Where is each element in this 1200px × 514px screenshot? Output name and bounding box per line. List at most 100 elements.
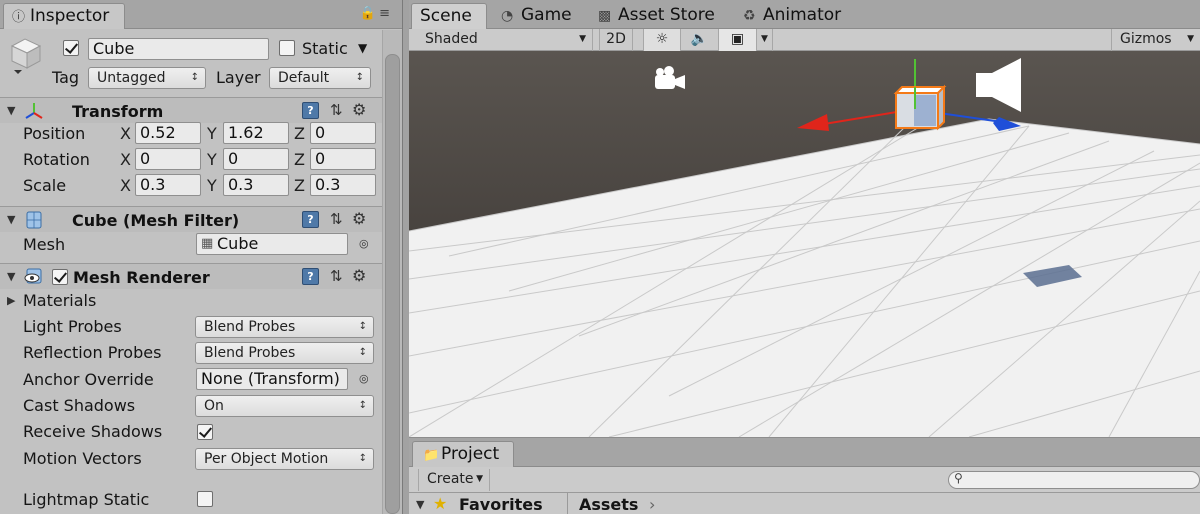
gear-icon[interactable]: ⚙: [352, 266, 366, 285]
scale-y-field[interactable]: 0.3: [223, 174, 289, 196]
dropdown-arrow-icon: ▼: [579, 34, 586, 44]
project-search-input[interactable]: ⚲: [948, 471, 1200, 489]
create-dropdown[interactable]: Create ▼: [418, 469, 490, 491]
rotation-y-field[interactable]: 0: [223, 148, 289, 170]
materials-label[interactable]: Materials: [23, 291, 96, 311]
tab-scene[interactable]: Scene: [411, 3, 487, 29]
mode-2d-button[interactable]: 2D: [599, 29, 633, 51]
object-picker-icon[interactable]: ◎: [359, 237, 369, 250]
gear-icon[interactable]: ⚙: [352, 209, 366, 228]
rotation-z-field[interactable]: 0: [310, 148, 376, 170]
project-divider: [567, 493, 568, 514]
position-x-axis: X: [120, 124, 131, 143]
transform-header[interactable]: ▼ Transform ? ⇅ ⚙: [0, 97, 382, 123]
audio-toggle[interactable]: 🔈: [681, 29, 719, 51]
info-icon: ⓘ: [12, 10, 26, 25]
foldout-expanded-icon[interactable]: ▼: [7, 213, 15, 226]
cast-shadows-label: Cast Shadows: [23, 396, 136, 415]
effects-dropdown[interactable]: ▼: [757, 29, 773, 51]
tab-menu-icon[interactable]: ≡: [379, 6, 393, 21]
tab-asset-store[interactable]: ▩ Asset Store: [598, 3, 715, 29]
gear-icon[interactable]: ⚙: [352, 100, 366, 119]
receive-shadows-label: Receive Shadows: [23, 422, 163, 441]
draw-mode-dropdown[interactable]: Shaded ▼: [409, 29, 593, 51]
foldout-collapsed-icon[interactable]: ▶: [7, 294, 15, 307]
dropdown-arrow-icon: ▼: [476, 474, 483, 484]
preset-sliders-icon[interactable]: ⇅: [330, 101, 343, 119]
foldout-expanded-icon[interactable]: ▼: [7, 270, 15, 283]
mesh-filter-title: Cube (Mesh Filter): [72, 211, 240, 230]
foldout-expanded-icon[interactable]: ▼: [7, 104, 15, 117]
tab-game[interactable]: ◔ Game: [501, 3, 572, 29]
mesh-renderer-title: Mesh Renderer: [73, 268, 210, 287]
favorites-label[interactable]: Favorites: [459, 495, 543, 514]
active-toggle[interactable]: [63, 40, 79, 56]
inspector-tabbar: ⓘ Inspector 🔒≡: [0, 0, 402, 29]
project-panel: 📁 Project Create ▼ ⚲ ▼ ★ Favorites Assets…: [409, 437, 1200, 514]
lock-icon[interactable]: 🔒: [360, 6, 379, 21]
reflection-probes-dropdown[interactable]: Blend Probes ↕: [195, 342, 374, 364]
scene-toolbar: Shaded ▼ 2D ☼ 🔈 ▣ ▼ Gizmos ▼: [409, 29, 1200, 51]
star-icon: ★: [433, 494, 448, 513]
tab-project[interactable]: 📁 Project: [412, 441, 514, 467]
mesh-renderer-enabled-checkbox[interactable]: [52, 269, 68, 285]
help-book-icon[interactable]: ?: [302, 102, 319, 119]
help-book-icon[interactable]: ?: [302, 211, 319, 228]
folder-icon: 📁: [423, 448, 440, 463]
tab-inspector[interactable]: ⓘ Inspector: [3, 3, 125, 29]
anchor-override-field[interactable]: None (Transform): [196, 368, 348, 390]
assets-breadcrumb[interactable]: Assets: [579, 495, 638, 514]
position-z-field[interactable]: 0: [310, 122, 376, 144]
gameobject-cube-icon[interactable]: [8, 36, 46, 76]
game-pacman-icon: ◔: [501, 8, 514, 24]
updown-arrow-icon: ↕: [358, 321, 367, 332]
position-z-axis: Z: [294, 124, 305, 143]
scene-viewport[interactable]: [409, 51, 1200, 437]
static-checkbox[interactable]: [279, 40, 295, 56]
scale-x-axis: X: [120, 176, 131, 195]
lighting-toggle[interactable]: ☼: [643, 29, 681, 51]
preset-sliders-icon[interactable]: ⇅: [330, 210, 343, 228]
updown-arrow-icon: ↕: [190, 72, 199, 83]
static-label: Static: [302, 39, 348, 58]
scale-z-field[interactable]: 0.3: [310, 174, 376, 196]
position-x-field[interactable]: 0.52: [135, 122, 201, 144]
tab-animator[interactable]: ♻ Animator: [743, 3, 841, 29]
tag-dropdown[interactable]: Untagged ↕: [88, 67, 206, 89]
tab-lock-menu: 🔒≡: [360, 6, 393, 21]
reflection-probes-label: Reflection Probes: [23, 343, 162, 362]
selected-cube[interactable]: [893, 84, 947, 131]
updown-arrow-icon: ↕: [358, 347, 367, 358]
mesh-label: Mesh: [23, 235, 66, 254]
mesh-renderer-header[interactable]: ▼ Mesh Renderer ? ⇅ ⚙: [0, 263, 382, 289]
object-name-field[interactable]: Cube: [88, 38, 269, 60]
object-picker-icon[interactable]: ◎: [359, 372, 369, 385]
light-probes-dropdown[interactable]: Blend Probes ↕: [195, 316, 374, 338]
transform-title: Transform: [72, 102, 164, 121]
layer-dropdown[interactable]: Default ↕: [269, 67, 371, 89]
rotation-x-field[interactable]: 0: [135, 148, 201, 170]
image-icon: ▣: [730, 31, 745, 47]
position-y-field[interactable]: 1.62: [223, 122, 289, 144]
static-dropdown-arrow-icon[interactable]: ▼: [358, 38, 367, 58]
inspector-scroll-thumb[interactable]: [385, 54, 400, 514]
lightmap-static-checkbox[interactable]: [197, 491, 213, 507]
scene-render[interactable]: [409, 51, 1200, 437]
scale-x-field[interactable]: 0.3: [135, 174, 201, 196]
help-book-icon[interactable]: ?: [302, 268, 319, 285]
effects-toggle[interactable]: ▣: [719, 29, 757, 51]
updown-arrow-icon: ↕: [355, 72, 364, 83]
dropdown-arrow-icon: ▼: [761, 34, 768, 44]
mesh-filter-header[interactable]: ▼ Cube (Mesh Filter) ? ⇅ ⚙: [0, 206, 382, 232]
mesh-object-field[interactable]: ▦ Cube: [196, 233, 348, 255]
preset-sliders-icon[interactable]: ⇅: [330, 267, 343, 285]
updown-arrow-icon: ↕: [358, 453, 367, 464]
cast-shadows-dropdown[interactable]: On ↕: [195, 395, 374, 417]
anchor-override-label: Anchor Override: [23, 370, 154, 389]
foldout-expanded-icon[interactable]: ▼: [416, 498, 424, 511]
scene-tabbar: Scene ◔ Game ▩ Asset Store ♻ Animator: [409, 0, 1200, 29]
rotation-z-axis: Z: [294, 150, 305, 169]
receive-shadows-checkbox[interactable]: [197, 424, 213, 440]
motion-vectors-dropdown[interactable]: Per Object Motion ↕: [195, 448, 374, 470]
gizmos-dropdown[interactable]: Gizmos ▼: [1111, 29, 1200, 51]
